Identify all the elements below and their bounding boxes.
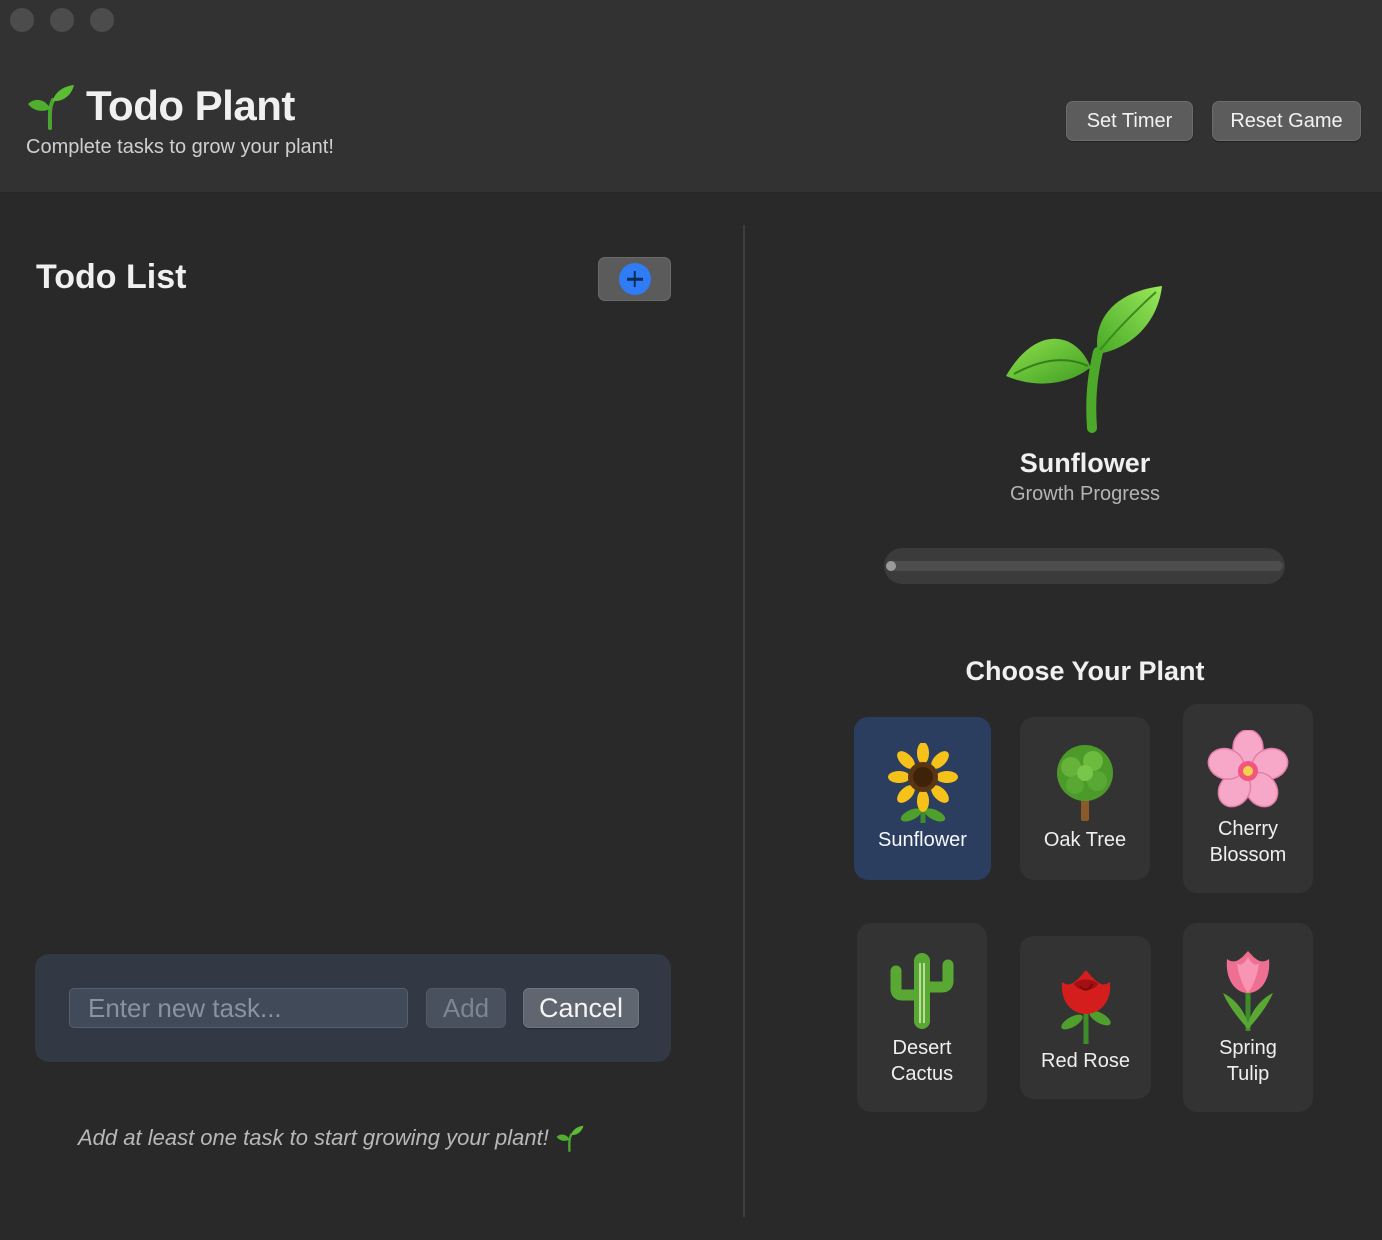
plant-option-label: Sunflower: [878, 829, 967, 851]
new-task-form: Add Cancel: [35, 954, 671, 1062]
panel-divider: [743, 225, 745, 1217]
plant-option-cherry-blossom[interactable]: Cherry Blossom: [1183, 704, 1313, 893]
cancel-button[interactable]: Cancel: [523, 988, 639, 1028]
plant-option-sunflower[interactable]: Sunflower: [854, 717, 991, 880]
seedling-icon: [28, 85, 74, 130]
plant-option-red-rose[interactable]: Red Rose: [1020, 936, 1151, 1099]
plant-option-label: Spring Tulip: [1219, 1037, 1277, 1085]
current-plant-name: Sunflower: [1019, 448, 1151, 478]
todo-list-heading: Todo List: [36, 258, 187, 296]
add-task-button[interactable]: Add: [426, 988, 506, 1028]
app-header: Todo Plant Complete tasks to grow your p…: [0, 0, 1382, 193]
window-controls: [10, 8, 114, 32]
growth-progress-label: Growth Progress: [1009, 483, 1161, 505]
cherry-blossom-icon: [1207, 730, 1289, 808]
plant-stage-seedling-icon: [1006, 286, 1162, 433]
progress-rail: [886, 561, 1283, 571]
plant-option-oak-tree[interactable]: Oak Tree: [1020, 717, 1150, 880]
empty-hint-text: Add at least one task to start growing y…: [78, 1125, 549, 1150]
plant-option-label: Oak Tree: [1043, 829, 1127, 851]
set-timer-button[interactable]: Set Timer: [1066, 101, 1193, 141]
plant-option-spring-tulip[interactable]: Spring Tulip: [1183, 923, 1313, 1112]
choose-plant-heading: Choose Your Plant: [965, 656, 1205, 686]
plant-option-desert-cactus[interactable]: Desert Cactus: [857, 923, 987, 1112]
zoom-window-button[interactable]: [90, 8, 114, 32]
tulip-icon: [1223, 951, 1273, 1031]
tree-icon: [1057, 745, 1113, 821]
cactus-icon: [890, 953, 954, 1029]
empty-hint: Add at least one task to start growing y…: [78, 1124, 585, 1152]
growth-progress-bar: [884, 548, 1285, 584]
sunflower-icon: [887, 743, 958, 823]
add-task-toggle-button[interactable]: [598, 257, 671, 301]
plant-option-label: Desert Cactus: [890, 1037, 954, 1085]
plant-option-label: Red Rose: [1041, 1050, 1130, 1072]
close-window-button[interactable]: [10, 8, 34, 32]
minimize-window-button[interactable]: [50, 8, 74, 32]
plant-option-label: Cherry Blossom: [1209, 818, 1287, 866]
rose-icon: [1060, 970, 1111, 1044]
reset-game-button[interactable]: Reset Game: [1212, 101, 1361, 141]
app-subtitle: Complete tasks to grow your plant!: [26, 136, 334, 158]
app-title: Todo Plant: [26, 82, 295, 130]
seedling-icon: [556, 1125, 584, 1152]
new-task-input[interactable]: [69, 988, 408, 1028]
app-title-text: Todo Plant: [86, 82, 295, 129]
plus-circle-icon: [618, 263, 651, 295]
progress-fill: [886, 561, 896, 571]
